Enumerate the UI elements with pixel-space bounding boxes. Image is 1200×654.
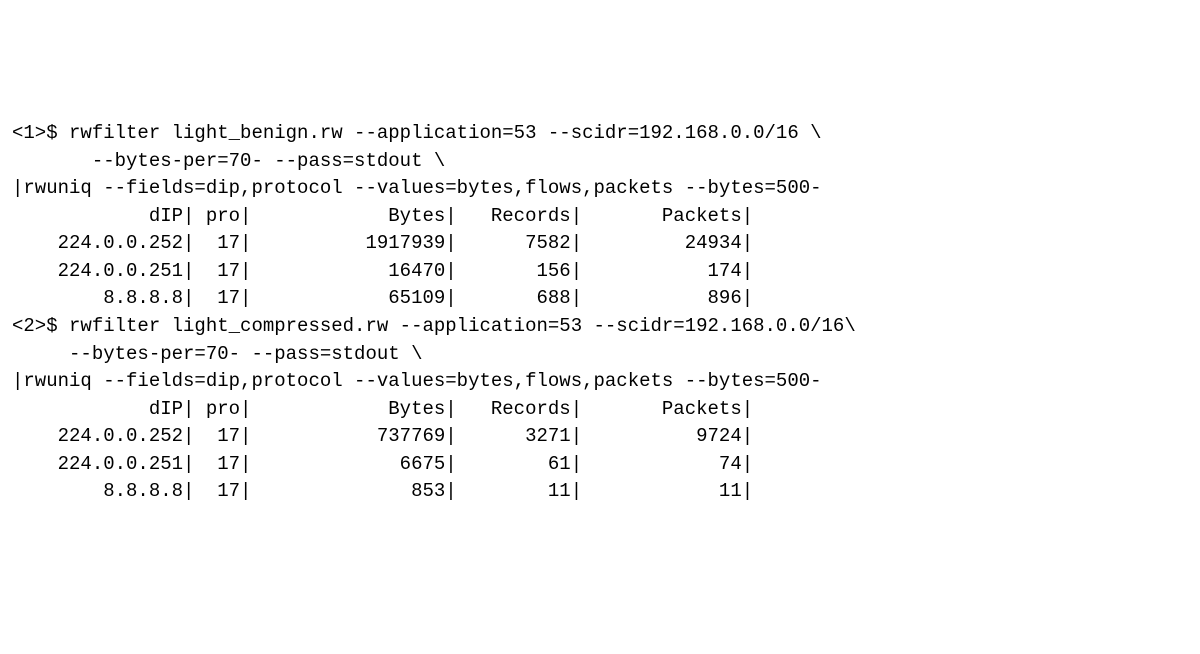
command-line-2-1: --bytes-per=70- --pass=stdout \	[12, 341, 1188, 369]
command-line-2-2: |rwuniq --fields=dip,protocol --values=b…	[12, 368, 1188, 396]
table-row-1-2: 8.8.8.8| 17| 65109| 688| 896|	[12, 285, 1188, 313]
table-header-2: dIP| pro| Bytes| Records| Packets|	[12, 396, 1188, 424]
table-header-1: dIP| pro| Bytes| Records| Packets|	[12, 203, 1188, 231]
table-row-1-0: 224.0.0.252| 17| 1917939| 7582| 24934|	[12, 230, 1188, 258]
table-row-1-1: 224.0.0.251| 17| 16470| 156| 174|	[12, 258, 1188, 286]
command-line-1-0: <1>$ rwfilter light_benign.rw --applicat…	[12, 120, 1188, 148]
command-line-2-0: <2>$ rwfilter light_compressed.rw --appl…	[12, 313, 1188, 341]
command-line-1-2: |rwuniq --fields=dip,protocol --values=b…	[12, 175, 1188, 203]
table-row-2-0: 224.0.0.252| 17| 737769| 3271| 9724|	[12, 423, 1188, 451]
terminal-output: <1>$ rwfilter light_benign.rw --applicat…	[12, 120, 1188, 506]
table-row-2-2: 8.8.8.8| 17| 853| 11| 11|	[12, 478, 1188, 506]
table-row-2-1: 224.0.0.251| 17| 6675| 61| 74|	[12, 451, 1188, 479]
command-line-1-1: --bytes-per=70- --pass=stdout \	[12, 148, 1188, 176]
